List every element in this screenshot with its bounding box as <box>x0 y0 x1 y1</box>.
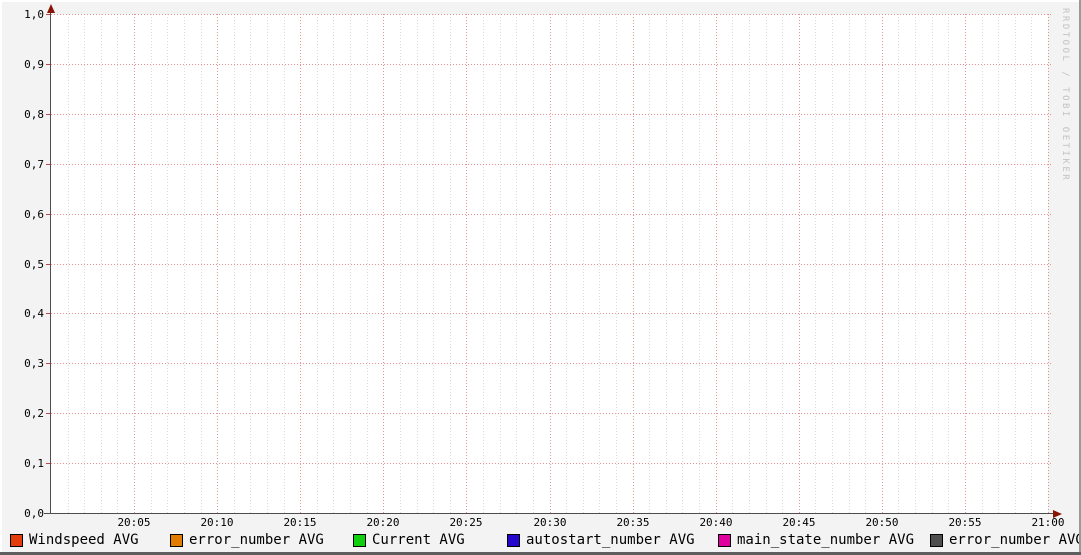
legend-swatch <box>930 534 943 547</box>
legend-label: Windspeed AVG <box>29 532 139 548</box>
legend-item: Windspeed AVG <box>10 532 139 549</box>
legend-label: main_state_number AVG <box>737 532 915 548</box>
x-tick-label: 20:50 <box>865 516 899 529</box>
legend-label: error_number AVG <box>189 532 324 548</box>
gridline-horizontal-major <box>51 264 1052 265</box>
y-tick-label: 0,1 <box>24 457 44 470</box>
legend-label: autostart_number AVG <box>526 532 695 548</box>
legend-swatch <box>353 534 366 547</box>
legend-item: autostart_number AVG <box>507 532 695 549</box>
rrdtool-graph: 0,0 0,1 0,2 0,3 0,4 0,5 0,6 0,7 0,8 0,9 1,0 20:05 2… <box>0 0 1081 555</box>
gridline-horizontal-major <box>51 14 1052 15</box>
y-tick-label: 0,9 <box>24 58 44 71</box>
x-tick-label: 20:05 <box>117 516 151 529</box>
y-tick-label: 0,2 <box>24 407 44 420</box>
legend-swatch <box>507 534 520 547</box>
x-tick-label: 20:40 <box>699 516 733 529</box>
y-tick-label: 0,7 <box>24 158 44 171</box>
y-tick-label: 0,3 <box>24 357 44 370</box>
gridline-horizontal-major <box>51 463 1052 464</box>
x-tick-label: 20:15 <box>283 516 317 529</box>
legend-swatch <box>10 534 23 547</box>
y-tick-label: 1,0 <box>24 8 44 21</box>
y-tick-label: 0,8 <box>24 108 44 121</box>
y-tick-label: 0,0 <box>24 507 44 520</box>
bevel-top <box>0 0 1081 2</box>
legend-item: main_state_number AVG <box>718 532 914 549</box>
x-tick-label: 21:00 <box>1031 516 1065 529</box>
gridline-horizontal-major <box>51 164 1052 165</box>
y-axis-arrow-icon <box>47 4 55 13</box>
gridline-horizontal-major <box>51 313 1052 314</box>
x-tick-label: 20:55 <box>948 516 982 529</box>
x-tick-label: 20:35 <box>616 516 650 529</box>
x-tick-label: 20:20 <box>366 516 400 529</box>
legend-label: error_number AVG <box>949 532 1081 548</box>
gridline-horizontal-major <box>51 214 1052 215</box>
rrdtool-watermark: RRDTOOL / TOBI OETIKER <box>1060 8 1070 183</box>
legend-swatch <box>170 534 183 547</box>
x-tick-label: 20:25 <box>449 516 483 529</box>
y-tick-label: 0,4 <box>24 307 44 320</box>
x-tick-label: 20:10 <box>200 516 234 529</box>
legend-item: Current AVG <box>353 532 465 549</box>
y-tick-label: 0,6 <box>24 208 44 221</box>
legend-label: Current AVG <box>372 532 465 548</box>
gridline-horizontal-major <box>51 363 1052 364</box>
bevel-left <box>0 0 2 555</box>
legend-item: error_number AVG <box>930 532 1081 549</box>
gridline-horizontal-major <box>51 64 1052 65</box>
gridline-horizontal-major <box>51 413 1052 414</box>
legend-item: error_number AVG <box>170 532 324 549</box>
x-tick-label: 20:45 <box>782 516 816 529</box>
y-tick-label: 0,5 <box>24 258 44 271</box>
y-axis-line <box>50 9 51 514</box>
gridline-horizontal-major <box>51 114 1052 115</box>
x-axis-line <box>44 513 1054 514</box>
x-tick-label: 20:30 <box>533 516 567 529</box>
legend-swatch <box>718 534 731 547</box>
